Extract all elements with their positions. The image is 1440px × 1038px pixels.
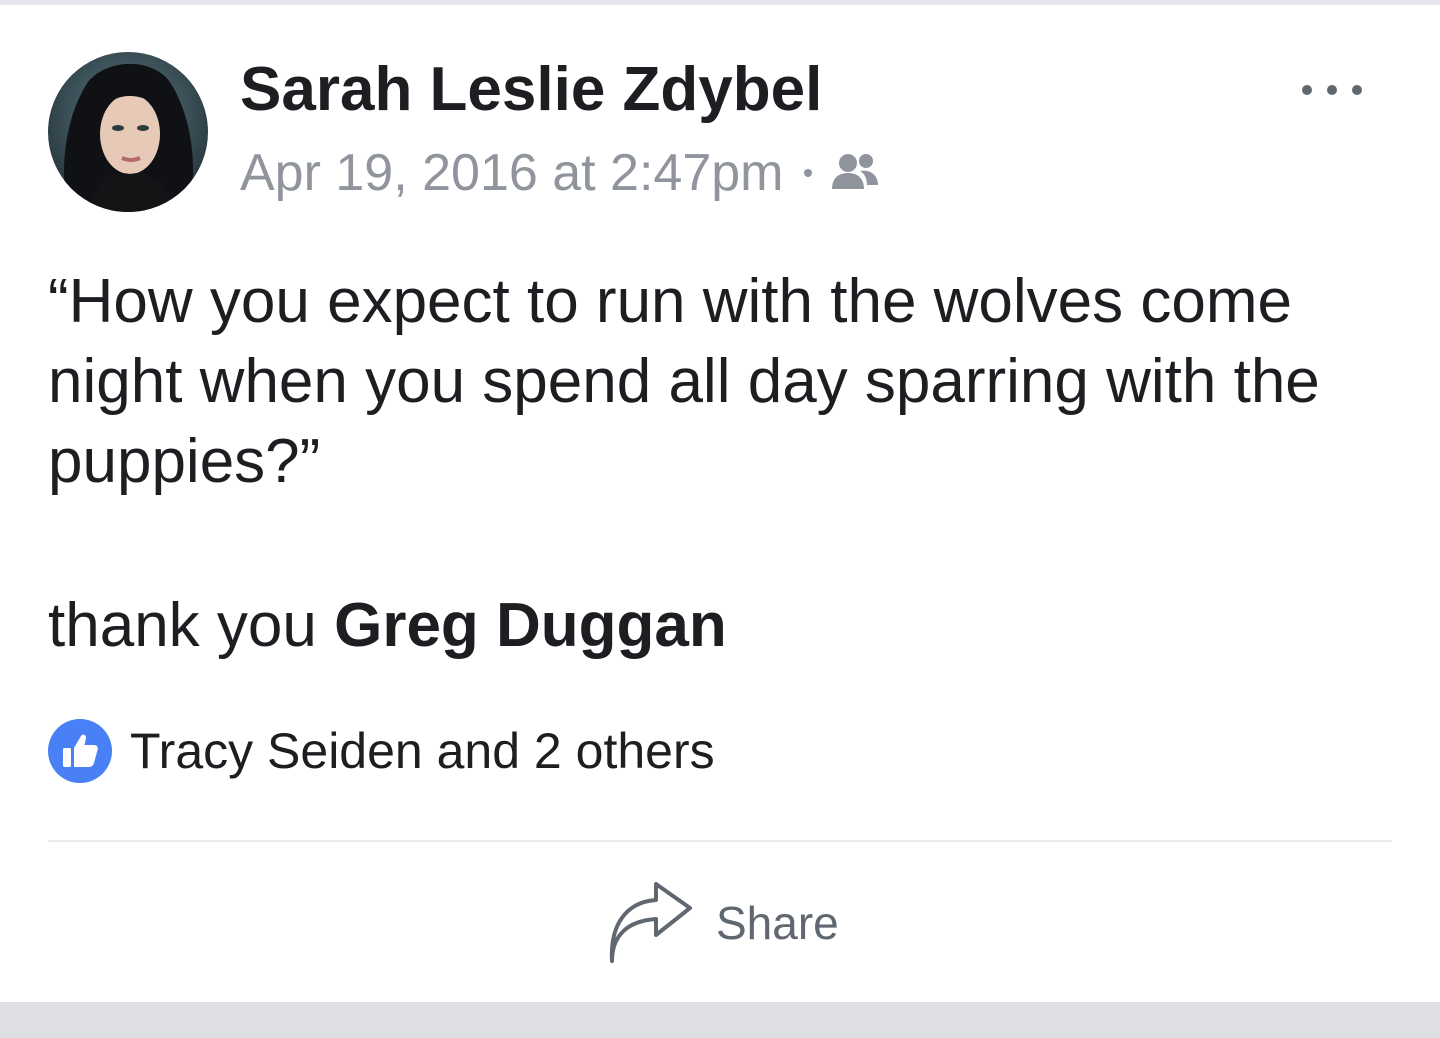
more-options-icon[interactable] bbox=[1296, 70, 1368, 110]
top-edge bbox=[0, 0, 1440, 5]
reactions-summary[interactable]: Tracy Seiden and 2 others bbox=[48, 716, 715, 786]
actions-divider bbox=[48, 840, 1392, 842]
post-thanks: thank you Greg Duggan bbox=[48, 588, 727, 664]
more-dot bbox=[1302, 85, 1312, 95]
thanks-prefix: thank you bbox=[48, 591, 317, 660]
share-label: Share bbox=[716, 897, 839, 949]
author-name[interactable]: Sarah Leslie Zdybel bbox=[240, 55, 822, 125]
share-button[interactable]: Share bbox=[606, 878, 839, 968]
avatar[interactable] bbox=[48, 52, 208, 212]
reactions-text: Tracy Seiden and 2 others bbox=[130, 723, 715, 779]
more-dot bbox=[1327, 85, 1337, 95]
share-arrow-icon bbox=[609, 882, 692, 963]
like-icon bbox=[48, 719, 112, 783]
separator-dot bbox=[803, 169, 812, 177]
friends-icon[interactable] bbox=[830, 151, 880, 195]
more-dot bbox=[1352, 85, 1362, 95]
tagged-person[interactable]: Greg Duggan bbox=[334, 591, 727, 660]
post-timestamp[interactable]: Apr 19, 2016 at 2:47pm bbox=[240, 143, 784, 203]
post-body: “How you expect to run with the wolves c… bbox=[48, 267, 1320, 496]
bottom-band bbox=[0, 1002, 1440, 1038]
avatar-photo bbox=[48, 52, 208, 212]
post-meta: Apr 19, 2016 at 2:47pm bbox=[240, 142, 880, 204]
